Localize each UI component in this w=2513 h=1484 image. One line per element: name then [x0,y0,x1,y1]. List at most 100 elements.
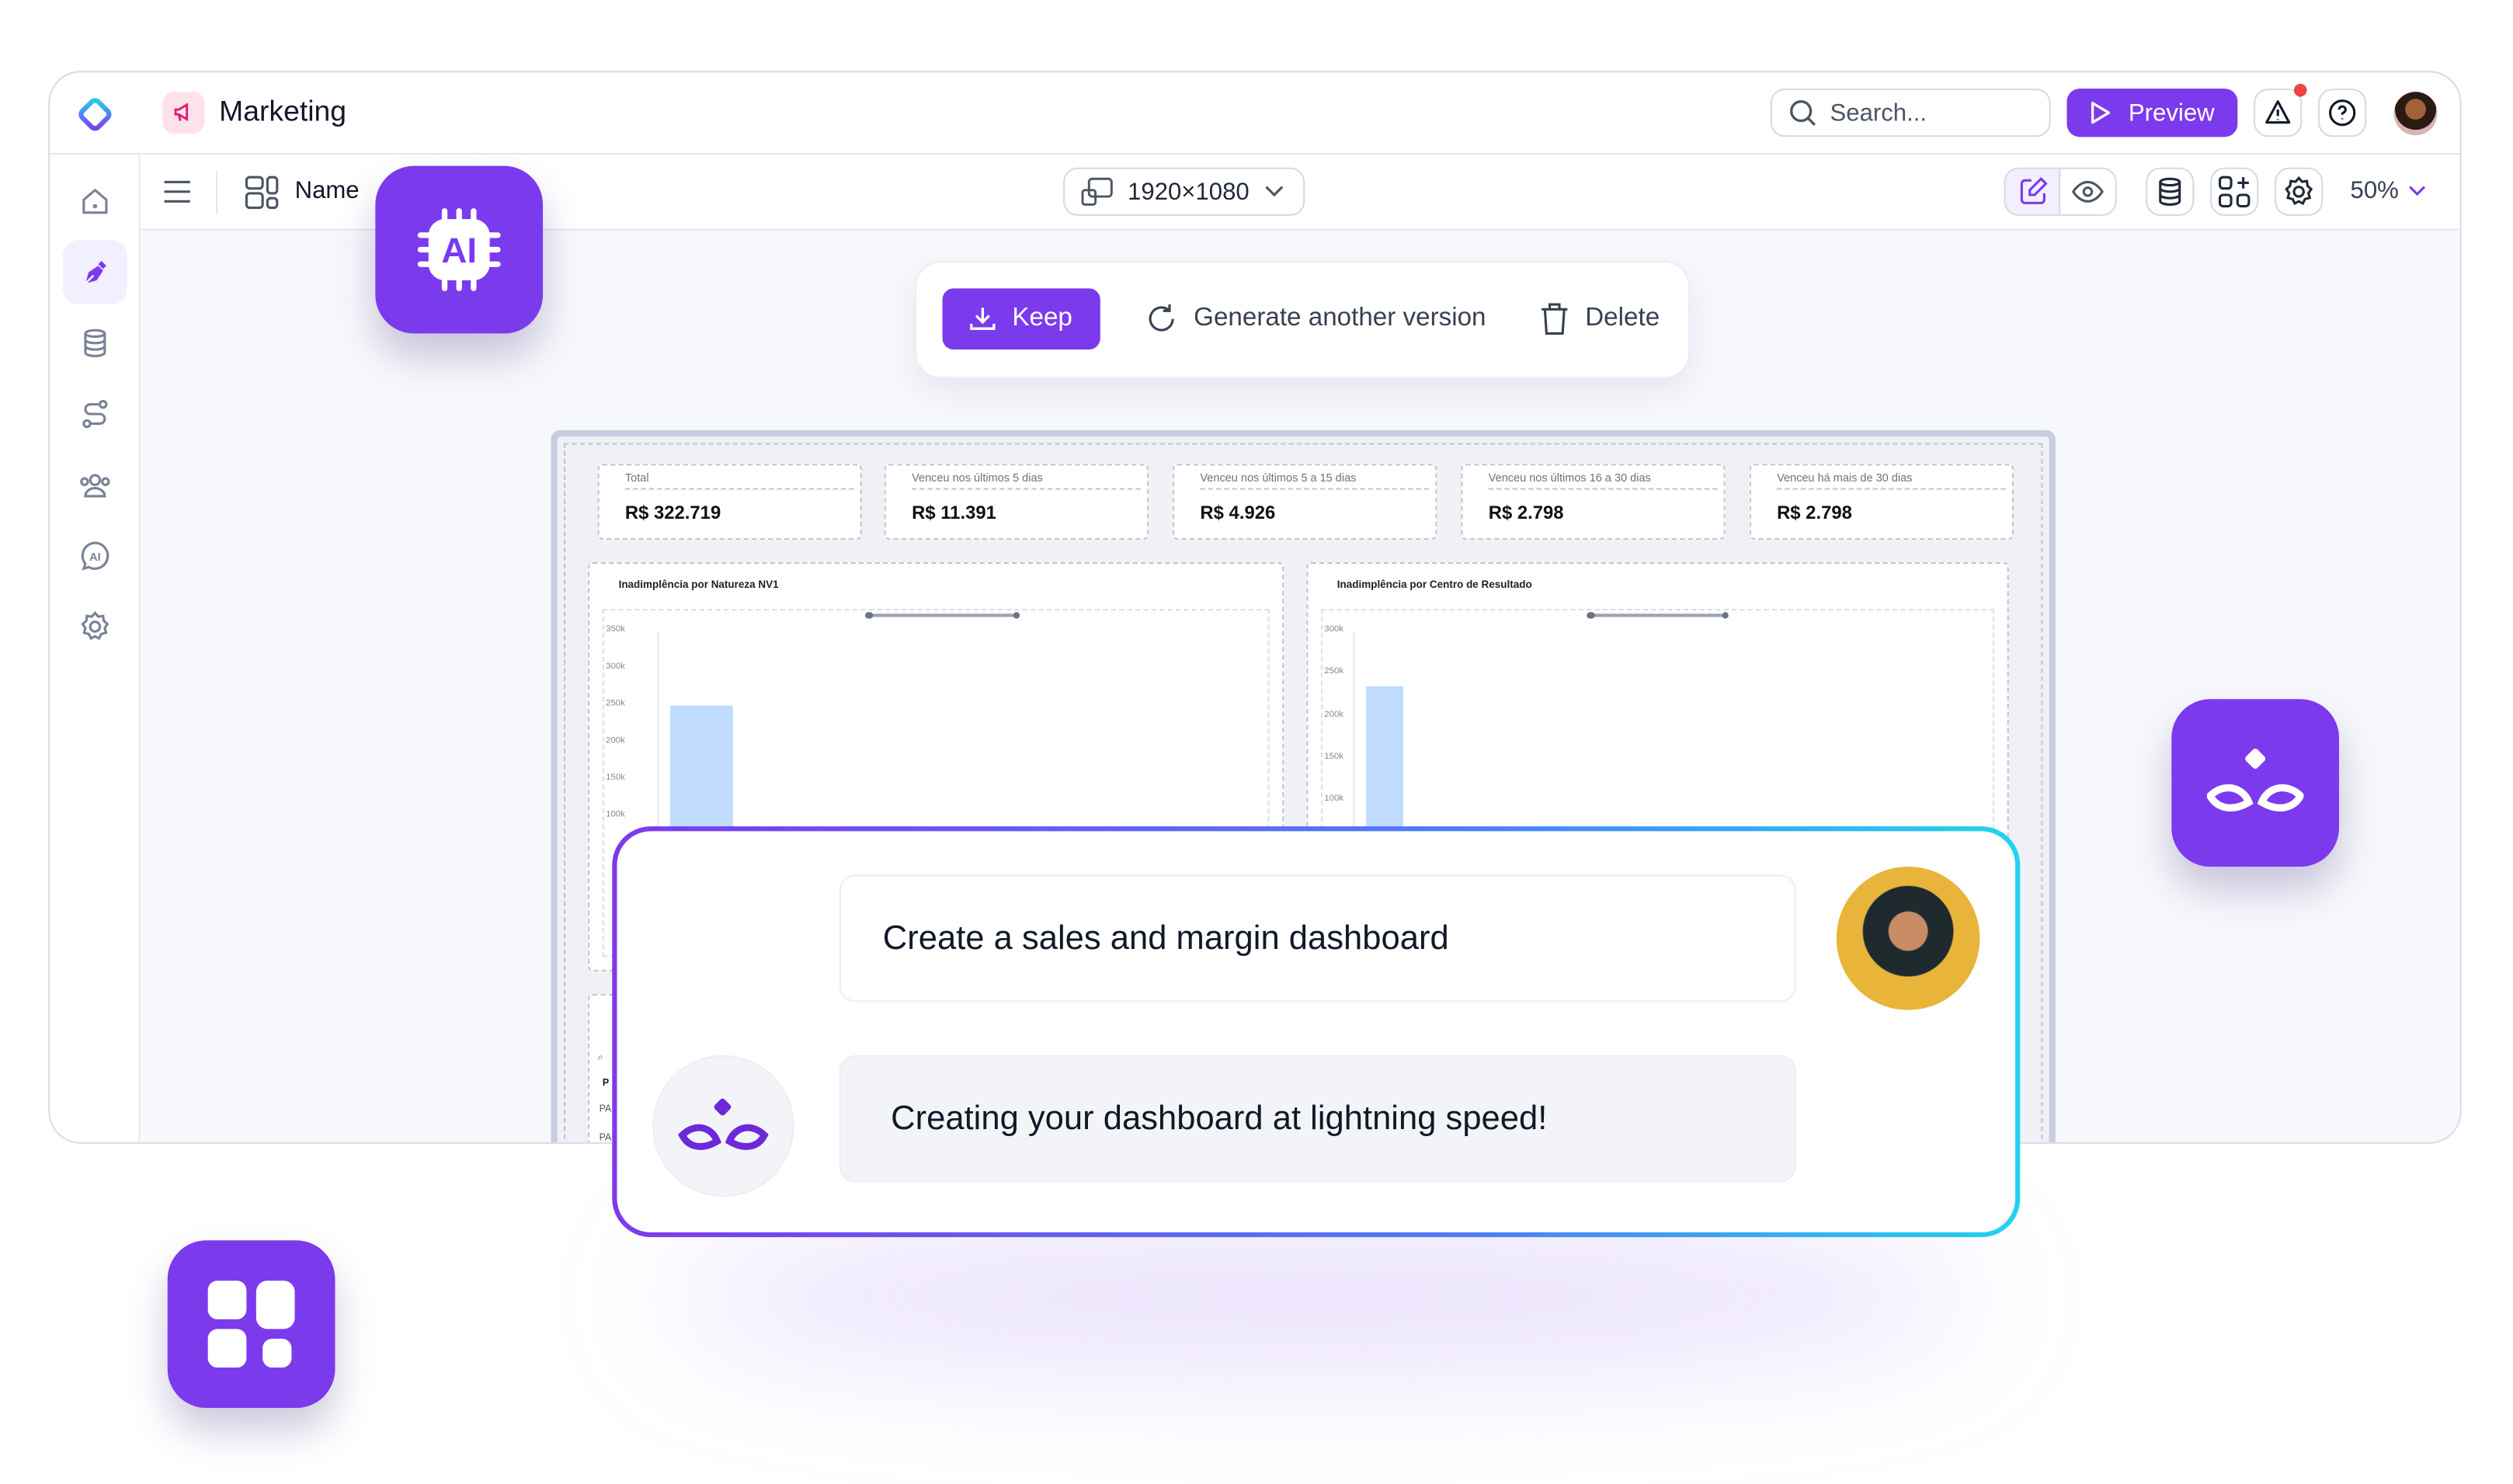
settings-button[interactable] [2275,167,2324,216]
brand-leaf-icon [2206,749,2304,812]
sidebar: AI [50,155,141,1142]
kpi-card[interactable]: Venceu nos últimos 5 dias R$ 11.391 [884,464,1149,540]
add-widget-button[interactable] [2210,167,2259,216]
kpi-card[interactable]: Venceu nos últimos 5 a 15 dias R$ 4.926 [1173,464,1437,540]
search-icon: ⌕ [597,1053,603,1064]
refresh-icon [1149,304,1174,332]
chat-glow [660,1224,1982,1370]
brand-leaf-icon [678,1098,769,1150]
sidebar-item-home[interactable] [75,182,114,221]
table-header: P [602,1079,610,1090]
kpi-value: R$ 4.926 [1200,504,1276,524]
help-button[interactable] [2318,89,2367,137]
kpi-value: R$ 2.798 [1777,504,1852,524]
generate-label: Generate another version [1194,304,1486,332]
table-row: PA [599,1105,612,1115]
kpi-label: Venceu nos últimos 16 a 30 dias [1488,474,1718,490]
kpi-card[interactable]: Venceu nos últimos 16 a 30 dias R$ 2.798 [1461,464,1726,540]
mode-toggle [2004,167,2117,216]
add-widget-icon [2218,176,2251,208]
svg-text:AI: AI [441,231,477,270]
notification-dot [2293,83,2307,97]
sidebar-item-users[interactable] [75,466,114,505]
ai-action-bar: Keep Generate another version Delete [915,261,1691,379]
delete-label: Delete [1585,304,1660,332]
data-source-button[interactable] [2146,167,2195,216]
y-tick-label: 200k [1324,709,1344,720]
y-tick-label: 150k [606,773,625,784]
toolbar-divider [215,170,218,214]
app-logo-icon[interactable] [74,93,116,135]
edit-mode-button[interactable] [2005,169,2061,214]
svg-text:AI: AI [89,551,101,564]
monitor-icon [1081,177,1113,206]
user-avatar [1836,867,1980,1010]
name-label[interactable]: Name [295,177,360,204]
search-input[interactable]: Search... [1770,89,2051,137]
table-row: PA [599,1134,612,1144]
kpi-label: Venceu nos últimos 5 a 15 dias [1200,474,1429,490]
kpi-label: Total [624,474,854,490]
gear-icon [2285,176,2313,206]
kpi-value: R$ 2.798 [1488,504,1564,524]
zoom-value: 50% [2350,177,2399,205]
delete-button[interactable]: Delete [1540,303,1660,335]
preview-label: Preview [2128,99,2215,127]
chevron-down-icon [1264,186,1283,197]
download-icon [970,308,996,330]
sidebar-item-settings[interactable] [75,607,114,646]
sidebar-item-flows[interactable] [75,394,114,433]
layout-icon [245,176,280,219]
view-mode-button[interactable] [2060,169,2115,214]
sidebar-item-database[interactable] [75,324,114,363]
sidebar-item-ai-chat[interactable]: AI [75,537,114,575]
kpi-card[interactable]: Total R$ 322.719 [597,464,862,540]
kpi-value: R$ 322.719 [624,504,721,524]
kpi-value: R$ 11.391 [912,504,996,524]
ai-chip-tile: AI [375,165,544,334]
y-tick-label: 300k [1324,624,1344,635]
bot-avatar [652,1055,794,1197]
y-tick-label: 250k [606,699,625,709]
resolution-value: 1920×1080 [1128,178,1250,206]
ai-chip-icon: AI [417,208,501,291]
zoom-select[interactable]: 50% [2351,177,2427,204]
trash-icon [1542,303,1568,335]
alert-button[interactable] [2254,83,2307,137]
y-tick-label: 150k [1324,752,1344,762]
help-icon [2329,99,2356,127]
alert-triangle-icon [2265,100,2291,124]
settings-icon [81,610,109,641]
home-icon [82,189,108,214]
grid-icon [207,1281,295,1368]
ai-chat-icon: AI [81,541,109,571]
user-avatar[interactable] [2393,92,2438,136]
y-tick-label: 250k [1324,667,1344,677]
resolution-select[interactable]: 1920×1080 [1063,167,1305,216]
kpi-label: Venceu há mais de 30 dias [1777,474,2006,490]
brand-tile [2171,699,2340,867]
user-message: Create a sales and margin dashboard [839,874,1796,1003]
menu-button[interactable] [163,179,192,213]
chevron-down-icon [2409,186,2426,196]
keep-button[interactable]: Keep [942,288,1100,350]
kpi-card[interactable]: Venceu há mais de 30 dias R$ 2.798 [1749,464,2014,540]
preview-button[interactable]: Preview [2066,89,2238,137]
kpi-label: Venceu nos últimos 5 dias [912,474,1141,490]
generate-another-button[interactable]: Generate another version [1145,303,1486,335]
apps-tile [167,1240,335,1409]
database-icon [84,328,106,357]
database-icon [2159,177,2181,207]
eye-icon [2071,180,2104,203]
users-icon [80,474,110,498]
search-icon [1790,100,1816,126]
megaphone-icon [162,92,205,134]
search-placeholder: Search... [1830,99,1927,127]
hamburger-icon [164,180,190,203]
play-icon [2091,102,2111,124]
pen-tool-icon [75,253,114,292]
y-tick-label: 100k [606,810,625,820]
route-icon [82,399,108,429]
y-tick-label: 200k [606,736,625,746]
y-tick-label: 300k [606,662,625,672]
